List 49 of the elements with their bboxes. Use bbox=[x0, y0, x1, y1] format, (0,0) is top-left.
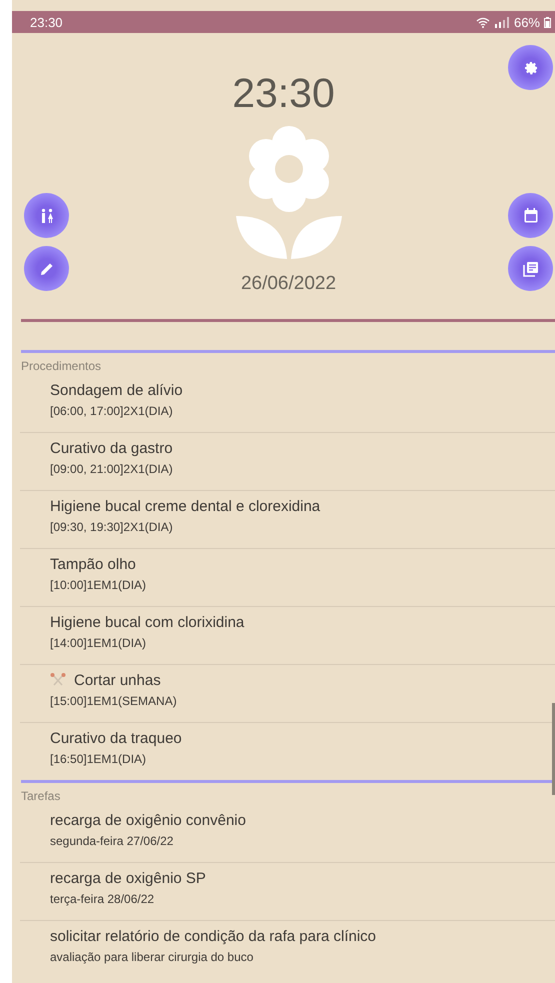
item-subtitle: terça-feira 28/06/22 bbox=[50, 892, 156, 906]
section-heading: Procedimentos bbox=[20, 358, 102, 375]
settings-icon bbox=[522, 60, 538, 76]
item-title: solicitar relatório de condição da rafa para clínico bbox=[50, 928, 376, 945]
pencil-icon bbox=[38, 260, 54, 276]
item-title: Curativo da gastro bbox=[50, 440, 173, 457]
settings-button[interactable] bbox=[508, 45, 553, 90]
list-item[interactable]: Higiene bucal creme dental e clorexidina [09:30, 19:30]2X1(DIA) bbox=[20, 491, 555, 549]
date-text: 26/06/2022 bbox=[240, 273, 336, 295]
list-item[interactable]: recarga de oxigênio SP terça-feira 28/06/22 bbox=[20, 863, 555, 921]
item-title: Curativo da traqueo bbox=[50, 730, 182, 747]
item-subtitle: [15:00]1EM1(SEMANA) bbox=[50, 694, 178, 708]
scissors-icon bbox=[50, 673, 66, 688]
item-title: Sondagem de alívio bbox=[50, 382, 183, 399]
section-heading: Tarefas bbox=[20, 788, 62, 805]
signal-icon bbox=[494, 16, 510, 28]
item-title: Higiene bucal creme dental e clorexidina bbox=[50, 498, 320, 515]
calendar-button[interactable] bbox=[508, 193, 553, 238]
list-item[interactable]: Sondagem de alívio [06:00, 17:00]2X1(DIA) bbox=[20, 375, 555, 433]
list-item[interactable]: Higiene bucal com clorixidina [14:00]1EM1(DIA) bbox=[20, 607, 555, 665]
list-item[interactable]: Cortar unhas [15:00]1EM1(SEMANA) bbox=[20, 665, 555, 723]
calendar-icon bbox=[524, 208, 538, 223]
notes-button[interactable] bbox=[508, 246, 553, 291]
item-subtitle: [09:30, 19:30]2X1(DIA) bbox=[50, 520, 174, 534]
list-item[interactable]: Tampão olho [10:00]1EM1(DIA) bbox=[20, 549, 555, 607]
item-subtitle: [06:00, 17:00]2X1(DIA) bbox=[50, 404, 174, 418]
item-title: recarga de oxigênio SP bbox=[50, 870, 206, 887]
item-title: recarga de oxigênio convênio bbox=[50, 812, 246, 829]
wifi-icon bbox=[476, 16, 490, 28]
item-subtitle: segunda-feira 27/06/22 bbox=[50, 834, 174, 848]
item-subtitle: [14:00]1EM1(DIA) bbox=[50, 636, 148, 650]
item-subtitle: [09:00, 21:00]2X1(DIA) bbox=[50, 462, 174, 476]
edit-button[interactable] bbox=[24, 246, 69, 291]
list-item[interactable]: Curativo da gastro [09:00, 21:00]2X1(DIA) bbox=[20, 433, 555, 491]
clock-text: 23:30 bbox=[232, 69, 335, 117]
item-title: Higiene bucal com clorixidina bbox=[50, 614, 244, 631]
list-item[interactable]: recarga de oxigênio convênio segunda-feira 27/06/22 bbox=[20, 805, 555, 863]
item-subtitle: [10:00]1EM1(DIA) bbox=[50, 578, 148, 592]
people-button[interactable] bbox=[24, 193, 69, 238]
item-title: Cortar unhas bbox=[74, 672, 161, 689]
notes-icon bbox=[522, 260, 538, 276]
item-subtitle: [16:50]1EM1(DIA) bbox=[50, 752, 148, 766]
battery-percent: 66% bbox=[514, 14, 540, 30]
list-item[interactable]: Curativo da traqueo [16:50]1EM1(DIA) bbox=[20, 723, 555, 780]
battery-icon bbox=[544, 16, 551, 28]
item-title: Tampão olho bbox=[50, 556, 136, 573]
item-subtitle: avaliação para liberar cirurgia do buco bbox=[50, 950, 254, 964]
status-time: 23:30 bbox=[30, 14, 63, 30]
list-item[interactable]: solicitar relatório de condição da rafa para clínico avaliação para liberar cirurgia do buco bbox=[20, 921, 555, 978]
